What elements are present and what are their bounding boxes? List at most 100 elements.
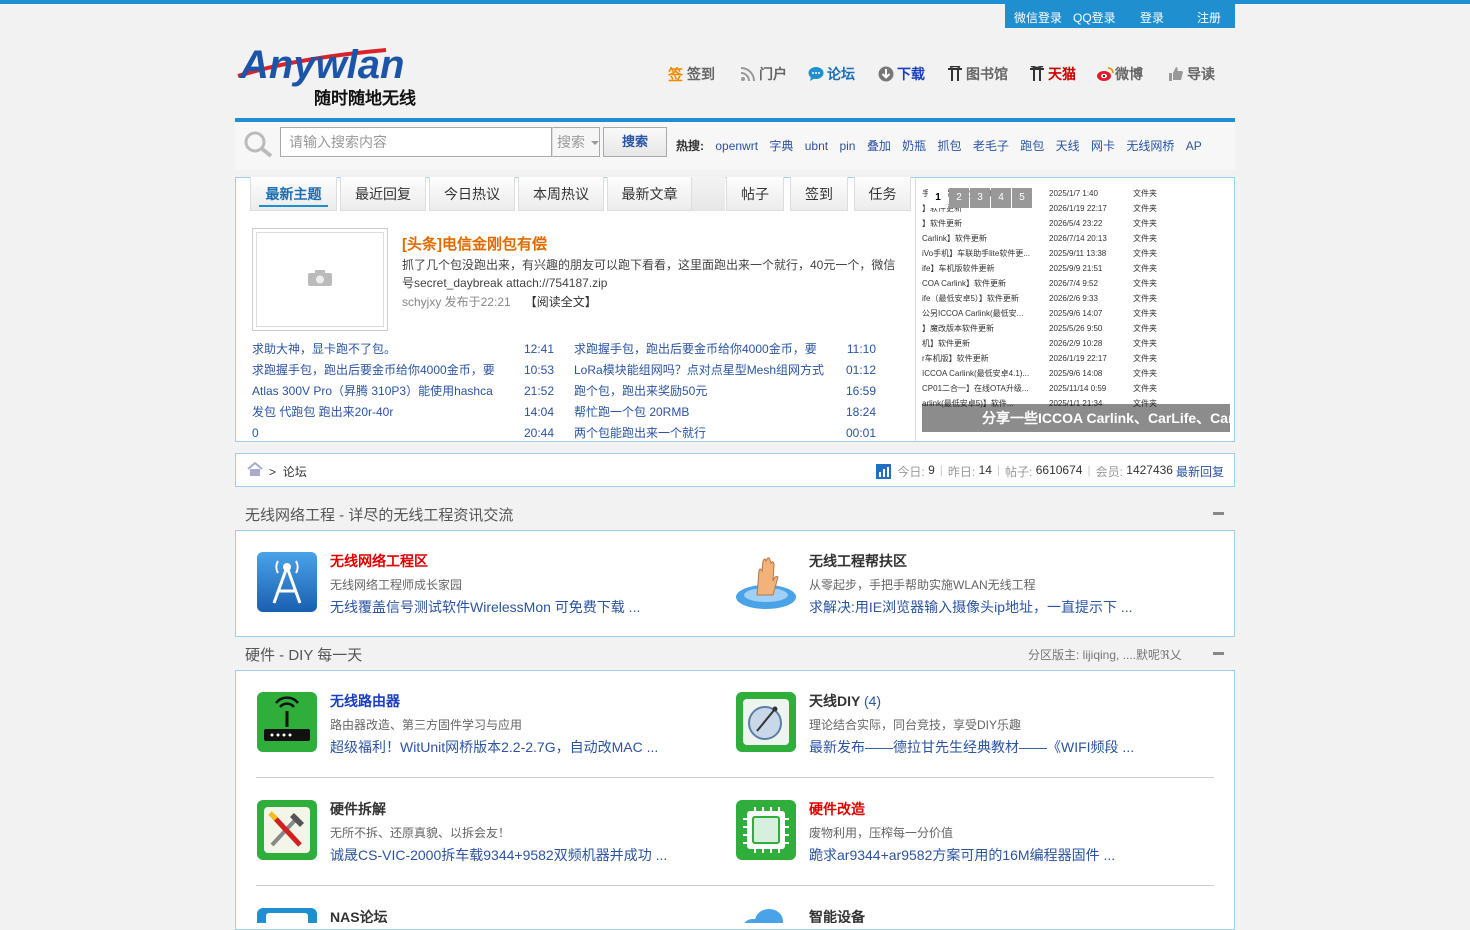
login-link[interactable]: 登录 bbox=[1140, 9, 1164, 26]
hot-term[interactable]: AP bbox=[1186, 139, 1202, 153]
search-input[interactable]: 请输入搜索内容 bbox=[280, 127, 552, 157]
slider-caption[interactable]: 分享一些ICCOA Carlink、CarLife、CarWith、 bbox=[922, 404, 1230, 432]
forum-last-post[interactable]: 求解决:用IE浏览器输入摄像头ip地址，一直提示下 ... bbox=[809, 597, 1133, 617]
tower-icon[interactable] bbox=[256, 551, 318, 613]
forum-last-post[interactable]: 跪求ar9344+ar9582方案可用的16M编程器固件 ... bbox=[809, 845, 1115, 865]
tools-icon[interactable] bbox=[256, 799, 318, 861]
thread-row[interactable]: 发包 代跑包 跑出来20r-40r 14:04 bbox=[252, 402, 554, 423]
section-title-wireless[interactable]: 无线网络工程 - 详尽的无线工程资讯交流 bbox=[245, 504, 513, 525]
tab-week-hot[interactable]: 本周热议 bbox=[518, 177, 604, 211]
nas-icon[interactable] bbox=[256, 907, 318, 923]
tab-today-hot[interactable]: 今日热议 bbox=[429, 177, 515, 211]
dish-antenna-icon[interactable] bbox=[735, 691, 797, 753]
hot-term[interactable]: 奶瓶 bbox=[902, 139, 926, 153]
thread-row[interactable]: 两个包能跑出来一个就行 00:01 bbox=[574, 423, 876, 444]
hot-term[interactable]: pin bbox=[839, 139, 855, 153]
nav-forum[interactable]: 论坛 bbox=[808, 64, 855, 84]
thread-title[interactable]: 跑个包，跑出来奖励50元 bbox=[574, 381, 836, 402]
tab-tasks[interactable]: 任务 bbox=[854, 177, 911, 211]
hot-term[interactable]: 无线网桥 bbox=[1126, 139, 1174, 153]
headline-title[interactable]: [头条]电信金刚包有偿 bbox=[402, 233, 547, 254]
hot-term[interactable]: 字典 bbox=[769, 139, 793, 153]
slider-page[interactable]: 2 bbox=[949, 188, 969, 208]
read-more-link[interactable]: 【阅读全文】 bbox=[525, 295, 597, 309]
tab-latest-topics[interactable]: 最新主题 bbox=[250, 177, 337, 211]
home-icon[interactable] bbox=[247, 461, 263, 476]
hot-term[interactable]: 叠加 bbox=[867, 139, 891, 153]
slide-file-date: 2025/9/6 14:08 bbox=[1049, 369, 1103, 378]
forum-name[interactable]: NAS论坛 bbox=[330, 907, 388, 923]
thread-title[interactable]: 发包 代跑包 跑出来20r-40r bbox=[252, 402, 514, 423]
chip-icon[interactable] bbox=[735, 799, 797, 861]
forum-name[interactable]: 天线DIY (4) bbox=[809, 691, 881, 711]
thread-title[interactable]: 求助大神，显卡跑不了包。 bbox=[252, 339, 514, 360]
forum-name[interactable]: 硬件拆解 bbox=[330, 799, 386, 819]
forum-name[interactable]: 无线工程帮扶区 bbox=[809, 551, 907, 571]
hot-term[interactable]: 老毛子 bbox=[973, 139, 1009, 153]
qq-login-link[interactable]: QQ登录 bbox=[1073, 9, 1116, 26]
breadcrumb-forum[interactable]: 论坛 bbox=[283, 465, 307, 479]
nav-checkin[interactable]: 签 签到 bbox=[667, 64, 715, 84]
forum-name[interactable]: 无线路由器 bbox=[330, 691, 400, 711]
thread-title[interactable]: 求跑握手包，跑出后要金币给你4000金币，要 bbox=[574, 339, 836, 360]
slider-page[interactable]: 1 bbox=[928, 188, 948, 208]
forum-name[interactable]: 无线网络工程区 bbox=[330, 551, 428, 571]
forum-last-post[interactable]: 最新发布——德拉甘先生经典教材——《WIFI频段 ... bbox=[809, 737, 1134, 757]
forum-last-post[interactable]: 无线覆盖信号测试软件WirelessMon 可免费下载 ... bbox=[330, 597, 640, 617]
thread-title[interactable]: 帮忙跑一个包 20RMB bbox=[574, 402, 836, 423]
thread-title[interactable]: 两个包能跑出来一个就行 bbox=[574, 423, 836, 444]
nav-portal[interactable]: 门户 bbox=[740, 64, 787, 84]
tab-checkin[interactable]: 签到 bbox=[790, 177, 848, 211]
search-button[interactable]: 搜索 bbox=[603, 127, 667, 157]
thread-row[interactable]: LoRa模块能组网吗？点对点星型Mesh组网方式 01:12 bbox=[574, 360, 876, 381]
cloud-icon[interactable] bbox=[735, 907, 797, 923]
tab-posts[interactable]: 帖子 bbox=[726, 177, 784, 211]
thread-title[interactable]: Atlas 300V Pro（昇腾 310P3）能使用hashca bbox=[252, 381, 514, 402]
forum-last-post[interactable]: 诚晟CS-VIC-2000拆车载9344+9582双频机器并成功 ... bbox=[330, 845, 667, 865]
nav-tmall[interactable]: 天猫 bbox=[1029, 64, 1076, 84]
slider-page[interactable]: 5 bbox=[1012, 188, 1032, 208]
thread-row[interactable]: Atlas 300V Pro（昇腾 310P3）能使用hashca 21:52 bbox=[252, 381, 554, 402]
thread-title[interactable]: 求跑握手包，跑出后要金币给你4000金币，要 bbox=[252, 360, 514, 381]
thread-time: 20:44 bbox=[523, 426, 554, 440]
thread-row[interactable]: 求助大神，显卡跑不了包。 12:41 bbox=[252, 339, 554, 360]
help-hand-icon[interactable] bbox=[735, 551, 797, 613]
forum-row-divider bbox=[256, 777, 1214, 778]
image-slider[interactable]: 手机端版本软件更新2025/1/7 1:40文件夹】软件更新2026/1/19 … bbox=[915, 178, 1234, 441]
thread-row[interactable]: 求跑握手包，跑出后要金币给你4000金币，要 10:53 bbox=[252, 360, 554, 381]
thread-row[interactable]: 帮忙跑一个包 20RMB 18:24 bbox=[574, 402, 876, 423]
slider-page[interactable]: 3 bbox=[970, 188, 990, 208]
collapse-icon[interactable] bbox=[1213, 512, 1224, 515]
collapse-icon[interactable] bbox=[1213, 652, 1224, 655]
tab-latest-articles[interactable]: 最新文章 bbox=[607, 177, 692, 211]
tab-recent-replies[interactable]: 最近回复 bbox=[340, 177, 426, 211]
hot-term[interactable]: 网卡 bbox=[1091, 139, 1115, 153]
hot-term[interactable]: 跑包 bbox=[1020, 139, 1044, 153]
site-logo[interactable]: Anywlan 随时随地无线 bbox=[236, 40, 436, 109]
nav-weibo[interactable]: 微博 bbox=[1096, 64, 1143, 84]
headline-thumbnail[interactable] bbox=[252, 228, 388, 331]
hot-term[interactable]: 天线 bbox=[1056, 139, 1080, 153]
forum-last-post[interactable]: 超级福利！WitUnit网桥版本2.2-2.7G，自动改MAC ... bbox=[330, 737, 658, 757]
hot-term[interactable]: 抓包 bbox=[938, 139, 962, 153]
hot-term[interactable]: ubnt bbox=[805, 139, 828, 153]
hot-term[interactable]: openwrt bbox=[715, 139, 758, 153]
nav-library[interactable]: 图书馆 bbox=[947, 64, 1008, 84]
slider-page[interactable]: 4 bbox=[991, 188, 1011, 208]
register-link[interactable]: 注册 bbox=[1197, 9, 1221, 26]
latest-replies-link[interactable]: 最新回复 bbox=[1176, 463, 1224, 480]
router-icon[interactable] bbox=[256, 691, 318, 753]
thread-row[interactable]: 0 20:44 bbox=[252, 423, 554, 444]
forum-name[interactable]: 智能设备 bbox=[809, 907, 865, 923]
section-title-hardware[interactable]: 硬件 - DIY 每一天 bbox=[245, 644, 362, 665]
nav-guide[interactable]: 导读 bbox=[1168, 64, 1215, 84]
search-type-select[interactable]: 搜索 bbox=[552, 127, 600, 157]
wechat-login-link[interactable]: 微信登录 bbox=[1014, 9, 1062, 26]
forum-name[interactable]: 硬件改造 bbox=[809, 799, 865, 819]
stats-chart-icon[interactable] bbox=[876, 464, 892, 479]
thread-row[interactable]: 求跑握手包，跑出后要金币给你4000金币，要 11:10 bbox=[574, 339, 876, 360]
thread-title[interactable]: 0 bbox=[252, 423, 514, 444]
thread-title[interactable]: LoRa模块能组网吗？点对点星型Mesh组网方式 bbox=[574, 360, 836, 381]
thread-row[interactable]: 跑个包，跑出来奖励50元 16:59 bbox=[574, 381, 876, 402]
nav-download[interactable]: 下载 bbox=[878, 64, 925, 84]
